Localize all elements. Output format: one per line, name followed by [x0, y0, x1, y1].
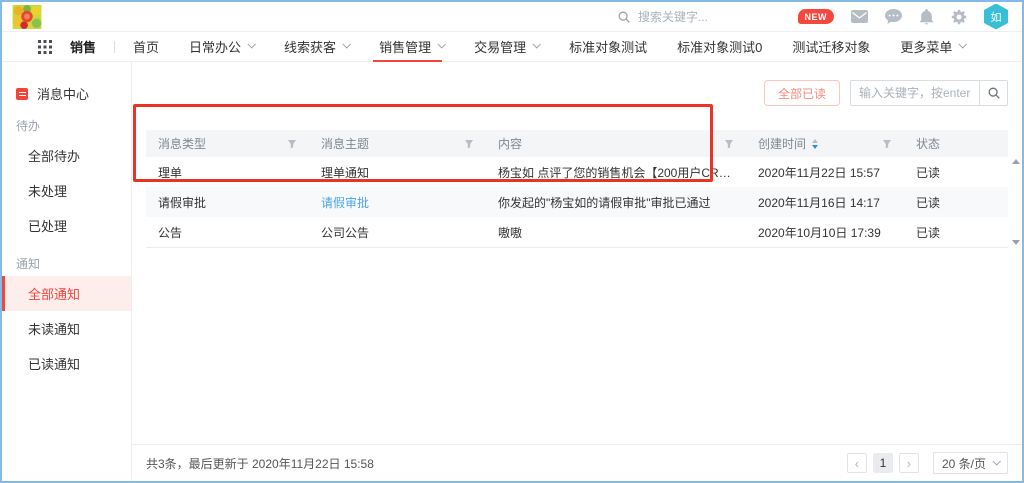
table-search [850, 80, 1008, 106]
table-search-button[interactable] [979, 81, 1007, 105]
nav-item-test-migration-object[interactable]: 测试迁移对象 [792, 32, 870, 62]
column-header-created: 创建时间 [758, 135, 806, 152]
search-icon [617, 10, 631, 24]
chevron-down-icon [533, 40, 541, 48]
nav-item-trade-management[interactable]: 交易管理 [474, 32, 539, 62]
chevron-down-icon [343, 40, 351, 48]
table-search-input[interactable] [851, 81, 979, 105]
topbar-icons: NEW 如 [798, 4, 1013, 30]
cell-type: 请假审批 [146, 194, 309, 211]
nav-item-daily-office[interactable]: 日常办公 [189, 32, 254, 62]
sidebar-item-all-notices[interactable]: 全部通知 [2, 276, 131, 311]
message-center-icon [16, 88, 28, 100]
main-panel: 全部已读 消息类型 [132, 62, 1022, 481]
cell-created: 2020年11月22日 15:57 [746, 164, 904, 181]
column-header-type: 消息类型 [158, 135, 206, 152]
cell-content: 杨宝如 点评了您的销售机会【200用户CRM项目】 [486, 164, 746, 181]
cell-type: 理单 [146, 164, 309, 181]
table-row[interactable]: 公告 公司公告 嗷嗷 2020年10月10日 17:39 已读 [146, 217, 1008, 247]
sidebar-item-unprocessed[interactable]: 未处理 [2, 173, 131, 208]
bell-icon[interactable] [919, 9, 934, 25]
nav-divider [114, 41, 115, 53]
sidebar-item-unread-notices[interactable]: 未读通知 [2, 311, 131, 346]
gear-icon[interactable] [951, 9, 967, 25]
table-footer: 共3条，最后更新于 2020年11月22日 15:58 ‹ 1 › 20 条/页 [132, 444, 1022, 481]
scroll-up-icon[interactable] [1012, 159, 1020, 164]
sort-icon[interactable] [812, 139, 818, 149]
main-nav: 销售 首页 日常办公 线索获客 销售管理 交易管理 标准对象测试 标准对象测试0… [2, 32, 1022, 62]
record-summary: 共3条，最后更新于 2020年11月22日 15:58 [146, 455, 374, 472]
scroll-down-icon[interactable] [1012, 240, 1020, 245]
mark-all-read-button[interactable]: 全部已读 [764, 80, 840, 106]
sidebar-section-notice: 通知 [2, 255, 131, 272]
sidebar-item-all-todo[interactable]: 全部待办 [2, 138, 131, 173]
cell-created: 2020年10月10日 17:39 [746, 224, 904, 241]
nav-item-home[interactable]: 首页 [133, 32, 159, 62]
chevron-down-icon [992, 457, 1000, 465]
search-icon [987, 86, 1001, 100]
filter-icon[interactable] [464, 139, 474, 149]
content-area: 消息中心 待办 全部待办 未处理 已处理 通知 全部通知 未读通知 已读通知 全… [2, 62, 1022, 481]
column-header-content: 内容 [498, 135, 522, 152]
cell-status: 已读 [904, 224, 1008, 241]
nav-item-standard-object-test[interactable]: 标准对象测试 [569, 32, 647, 62]
chevron-down-icon [438, 40, 446, 48]
cell-status: 已读 [904, 164, 1008, 181]
new-badge[interactable]: NEW [798, 9, 835, 24]
cell-content: 你发起的"杨宝如的请假审批"审批已通过 [486, 194, 746, 211]
cell-subject-link[interactable]: 请假审批 [309, 194, 486, 211]
mail-icon[interactable] [851, 10, 868, 23]
messages-table: 消息类型 消息主题 内容 创建时间 [146, 130, 1008, 248]
page-size-select[interactable]: 20 条/页 [933, 452, 1008, 474]
pagination: ‹ 1 › 20 条/页 [847, 452, 1008, 474]
app-window: 搜索关键字... NEW 如 [0, 0, 1024, 483]
next-page-button[interactable]: › [899, 453, 919, 473]
nav-item-standard-object-test0[interactable]: 标准对象测试0 [677, 32, 762, 62]
filter-icon[interactable] [287, 139, 297, 149]
sidebar-section-todo: 待办 [2, 117, 131, 134]
sidebar-item-processed[interactable]: 已处理 [2, 208, 131, 243]
nav-item-sales-management[interactable]: 销售管理 [379, 32, 444, 62]
global-search-placeholder: 搜索关键字... [638, 8, 708, 25]
column-header-subject: 消息主题 [321, 135, 369, 152]
filter-icon[interactable] [882, 139, 892, 149]
current-app-label[interactable]: 销售 [70, 37, 96, 56]
nav-item-lead-acquisition[interactable]: 线索获客 [284, 32, 349, 62]
cell-subject: 理单通知 [309, 164, 486, 181]
sidebar-item-read-notices[interactable]: 已读通知 [2, 346, 131, 381]
nav-item-more-menu[interactable]: 更多菜单 [900, 32, 965, 62]
top-bar: 搜索关键字... NEW 如 [2, 2, 1022, 32]
global-search[interactable]: 搜索关键字... [617, 8, 708, 25]
chevron-down-icon [248, 40, 256, 48]
cell-content: 嗷嗷 [486, 224, 746, 241]
chat-icon[interactable] [885, 9, 902, 24]
table-header-row: 消息类型 消息主题 内容 创建时间 [146, 130, 1008, 157]
column-header-status: 状态 [916, 135, 940, 152]
current-page[interactable]: 1 [873, 453, 893, 473]
chevron-down-icon [959, 40, 967, 48]
table-row[interactable]: 请假审批 请假审批 你发起的"杨宝如的请假审批"审批已通过 2020年11月16… [146, 187, 1008, 217]
cell-status: 已读 [904, 194, 1008, 211]
cell-type: 公告 [146, 224, 309, 241]
apps-grid-icon[interactable] [38, 40, 52, 54]
sidebar: 消息中心 待办 全部待办 未处理 已处理 通知 全部通知 未读通知 已读通知 [2, 62, 132, 481]
cell-subject: 公司公告 [309, 224, 486, 241]
cell-created: 2020年11月16日 14:17 [746, 194, 904, 211]
filter-icon[interactable] [724, 139, 734, 149]
company-logo [12, 5, 42, 29]
user-avatar[interactable]: 如 [984, 4, 1008, 30]
page-title: 消息中心 [2, 84, 131, 103]
table-scrollbar[interactable] [1011, 159, 1021, 245]
table-body: 理单 理单通知 杨宝如 点评了您的销售机会【200用户CRM项目】 2020年1… [146, 157, 1008, 248]
table-row[interactable]: 理单 理单通知 杨宝如 点评了您的销售机会【200用户CRM项目】 2020年1… [146, 157, 1008, 187]
prev-page-button[interactable]: ‹ [847, 453, 867, 473]
toolbar: 全部已读 [146, 80, 1008, 106]
